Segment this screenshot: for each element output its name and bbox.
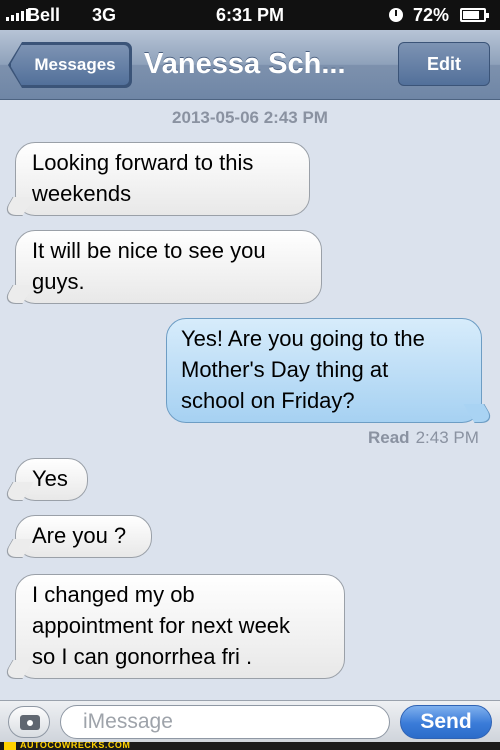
message-line: I changed my ob [32, 582, 195, 607]
watermark-text: AUTOCOWRECKS.COM [20, 742, 131, 750]
message-line: school on Friday? [181, 388, 355, 413]
message-line: Are you ? [32, 523, 127, 548]
message-line: Yes [32, 466, 68, 491]
conversation-timestamp: 2013-05-06 2:43 PM [172, 108, 328, 127]
status-bar: Bell 3G 6:31 PM 72% [0, 0, 500, 30]
edit-button[interactable]: Edit [398, 42, 490, 86]
message-line: Looking forward to this [32, 150, 254, 175]
message-line: Mother's Day thing at [181, 357, 389, 382]
message-line: It will be nice to see you [32, 238, 266, 263]
read-label: Read [368, 428, 410, 447]
message-line: guys. [32, 269, 85, 294]
message-line: appointment for next week [32, 613, 291, 638]
compose-bar: Send [0, 700, 500, 742]
message-bubble-incoming[interactable]: I changed my ob appointment for next wee… [15, 574, 345, 679]
watermark-logo-icon [4, 742, 16, 750]
message-bubble-incoming[interactable]: Looking forward to this weekends [15, 142, 310, 216]
site-watermark: AUTOCOWRECKS.COM [0, 742, 500, 750]
message-bubble-outgoing[interactable]: Yes! Are you going to the Mother's Day t… [166, 318, 482, 423]
read-time: 2:43 PM [415, 428, 479, 447]
contact-name-title: Vanessa Sch... [144, 48, 346, 80]
camera-button[interactable] [8, 706, 50, 738]
message-bubble-incoming[interactable]: Yes [15, 458, 88, 501]
battery-icon [460, 8, 489, 22]
message-bubble-incoming[interactable]: It will be nice to see you guys. [15, 230, 322, 304]
send-button[interactable]: Send [400, 705, 492, 739]
navigation-bar: Messages Vanessa Sch... Edit [0, 30, 500, 100]
message-line: weekends [32, 181, 132, 206]
battery-percentage: 72% [413, 5, 450, 25]
camera-lens [25, 718, 35, 728]
imessage-input[interactable] [60, 705, 390, 739]
message-line: so I can gonorrhea fri . [32, 644, 253, 669]
message-bubble-incoming[interactable]: Are you ? [15, 515, 152, 558]
message-line: Yes! Are you going to the [181, 326, 425, 351]
alarm-clock-icon [389, 8, 403, 22]
back-to-messages-button[interactable]: Messages [10, 44, 130, 86]
read-receipt: Read 2:43 PM [368, 428, 479, 448]
